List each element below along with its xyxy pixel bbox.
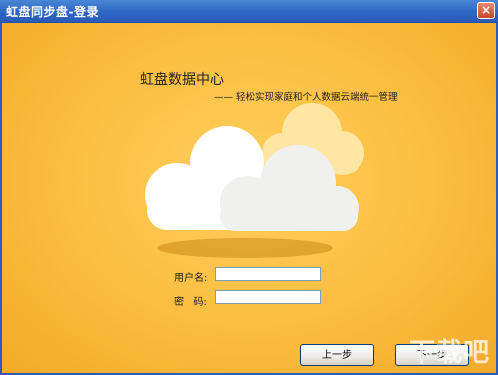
password-label: 密 码: [174,297,207,308]
cloud-shadow [157,238,333,258]
previous-button[interactable]: 上一步 [300,344,374,366]
title-bar: 虹盘同步盘-登录 × [0,0,498,23]
cloud-illustration [145,103,364,258]
username-input[interactable] [215,267,321,281]
password-input[interactable] [215,290,321,304]
window-title: 虹盘同步盘-登录 [6,5,99,19]
username-label: 用户名: [174,273,208,284]
watermark-logo: 下载吧 [408,338,490,368]
login-panel: 虹盘数据中心 —— 轻松实现家庭和个人数据云端统一管理 用户名: 密 码: 上一… [0,23,498,375]
close-button[interactable]: × [477,2,495,19]
